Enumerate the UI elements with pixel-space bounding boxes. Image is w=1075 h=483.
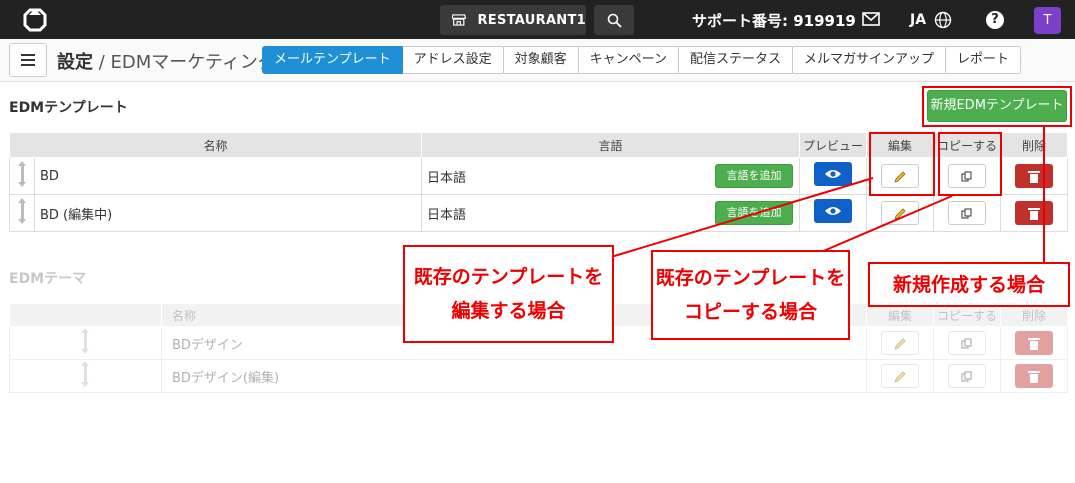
copy-icon [961,337,972,349]
edit-button[interactable] [881,331,919,355]
col-delete: 削除 [1000,132,1068,158]
copy-callout-line1: 既存のテンプレートを [655,267,846,289]
eye-icon [825,207,841,215]
pencil-icon [894,370,906,383]
template-name: BD [34,157,422,195]
themes-section-title: EDMテーマ [9,271,87,287]
hamburger-menu-button[interactable] [9,43,47,77]
template-name: BD (編集中) [34,194,422,232]
pencil-icon [894,337,906,350]
drag-handle-icon[interactable] [9,194,35,232]
new-callout-text: 新規作成する場合 [892,273,1045,296]
new-callout: 新規作成する場合 [868,262,1070,307]
tab-address-settings[interactable]: アドレス設定 [402,46,504,74]
delete-button[interactable] [1015,201,1053,225]
delete-button[interactable] [1015,331,1053,355]
preview-button[interactable] [814,162,852,186]
pencil-icon [894,207,906,220]
search-button[interactable] [594,5,634,35]
drag-handle-icon[interactable] [9,359,162,393]
template-language: 日本語 [427,207,467,223]
search-icon [607,13,622,28]
drag-handle-icon[interactable] [9,157,35,195]
language-code: JA [910,12,927,28]
trash-icon [1028,171,1040,183]
copy-icon [961,207,972,219]
copy-button[interactable] [948,201,986,225]
app-logo[interactable] [22,7,48,33]
delete-button[interactable] [1015,364,1053,388]
col-language: 言語 [421,132,800,158]
col-name: 名称 [9,132,422,158]
copy-button[interactable] [948,331,986,355]
trash-icon [1028,338,1040,350]
copy-callout-line2: コピーする場合 [683,301,817,323]
add-language-button[interactable]: 言語を追加 [715,201,793,225]
copy-column-highlight [938,132,1002,196]
breadcrumb-edm: EDMマーケティング [110,52,276,73]
store-icon [452,14,466,26]
edit-button[interactable] [881,364,919,388]
mail-icon[interactable] [862,12,880,26]
edit-button[interactable] [881,201,919,225]
drag-handle-icon[interactable] [9,326,162,360]
tab-delivery-status[interactable]: 配信ステータス [679,46,794,74]
preview-button[interactable] [814,199,852,223]
tab-newsletter-signup[interactable]: メルマガサインアップ [793,46,947,74]
template-language: 日本語 [427,170,467,186]
trash-icon [1028,208,1040,220]
templates-section-title: EDMテンプレート [9,100,128,116]
globe-icon [934,11,952,29]
copy-icon [961,370,972,382]
copy-button[interactable] [948,364,986,388]
tab-mail-template[interactable]: メールテンプレート [262,46,403,74]
tab-campaign[interactable]: キャンペーン [578,46,680,74]
top-bar: RESTAURANT1 サポート番号: 919919 JA ? T [0,0,1075,39]
copy-callout: 既存のテンプレートを コピーする場合 [651,250,850,340]
new-button-highlight [922,86,1072,127]
support-number: サポート番号: 919919 [692,12,856,30]
edit-callout: 既存のテンプレートを 編集する場合 [403,245,614,343]
eye-icon [825,170,841,178]
theme-name: BDデザイン(編集) [161,359,867,393]
table-row: BDデザイン(編集) [9,359,1068,393]
help-icon[interactable]: ? [986,11,1004,29]
edit-column-highlight [869,132,935,196]
breadcrumb-settings: 設定 [57,52,93,73]
edm-tabs: メールテンプレート アドレス設定 対象顧客 キャンペーン 配信ステータス メルマ… [262,46,1022,74]
page-title: 設定 / EDMマーケティング [57,48,276,74]
delete-button[interactable] [1015,164,1053,188]
user-avatar[interactable]: T [1034,7,1061,34]
shop-selector-button[interactable]: RESTAURANT1 [440,5,586,35]
template-language-cell: 日本語 言語を追加 [421,157,800,195]
language-selector[interactable]: JA [910,11,952,29]
breadcrumb-separator: / [93,52,111,73]
page-header: 設定 / EDMマーケティング メールテンプレート アドレス設定 対象顧客 キャ… [0,39,1075,82]
add-language-button[interactable]: 言語を追加 [715,164,793,188]
col-preview: プレビュー [799,132,867,158]
tab-target-customers[interactable]: 対象顧客 [503,46,579,74]
edit-callout-line1: 既存のテンプレートを [413,266,604,288]
template-language-cell: 日本語 言語を追加 [421,194,800,232]
trash-icon [1028,371,1040,383]
shop-name: RESTAURANT1 [477,12,586,28]
table-row: BD (編集中) 日本語 言語を追加 [9,194,1068,232]
edit-callout-line2: 編集する場合 [451,300,566,322]
tab-report[interactable]: レポート [946,46,1022,74]
